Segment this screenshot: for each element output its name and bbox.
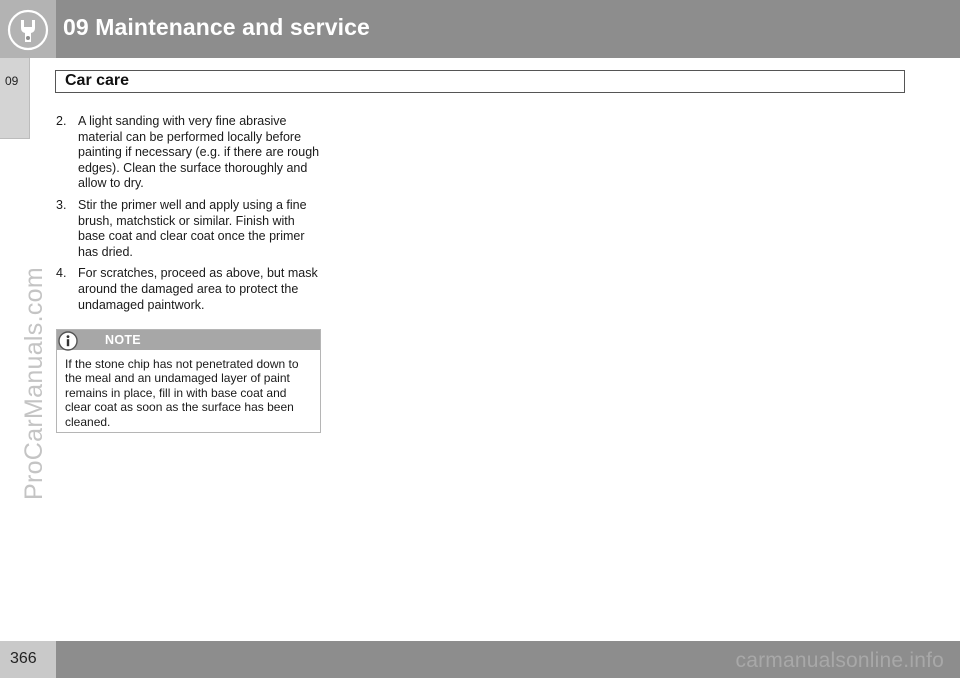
step-text: For scratches, proceed as above, but mas… — [78, 266, 318, 312]
chapter-title: 09 Maintenance and service — [63, 14, 370, 40]
page-number-box: 366 — [0, 641, 56, 678]
page-footer: 366 carmanualsonline.info — [0, 641, 960, 678]
note-header: NOTE — [57, 330, 320, 351]
list-item: 4. For scratches, proceed as above, but … — [56, 266, 322, 313]
list-item: 2. A light sanding with very fine abrasi… — [56, 114, 322, 192]
note-box: NOTE If the stone chip has not penetrate… — [56, 329, 321, 433]
step-number: 4. — [56, 266, 67, 281]
step-number: 2. — [56, 114, 67, 128]
note-label: NOTE — [105, 333, 141, 347]
instruction-steps: 2. A light sanding with very fine abrasi… — [56, 114, 322, 319]
list-item: 3. Stir the primer well and apply using … — [56, 198, 322, 260]
chapter-icon-box — [0, 0, 56, 58]
chapter-header: 09 Maintenance and service — [0, 0, 960, 58]
chapter-side-tab: 09 — [0, 58, 30, 139]
step-number: 3. — [56, 197, 67, 212]
page-number: 366 — [10, 650, 37, 667]
note-text: If the stone chip has not penetrated dow… — [65, 357, 299, 429]
info-icon — [58, 331, 78, 351]
side-watermark: ProCarManuals.com — [20, 267, 48, 500]
side-tab-label: 09 — [5, 74, 19, 88]
step-text: Stir the primer well and apply using a f… — [78, 197, 307, 259]
section-title: Car care — [65, 72, 130, 89]
step-text: A light sanding with very fine abrasive … — [78, 114, 320, 191]
wrench-icon — [7, 9, 49, 51]
footer-watermark: carmanualsonline.info — [735, 649, 944, 672]
section-header: Car care — [55, 70, 905, 93]
